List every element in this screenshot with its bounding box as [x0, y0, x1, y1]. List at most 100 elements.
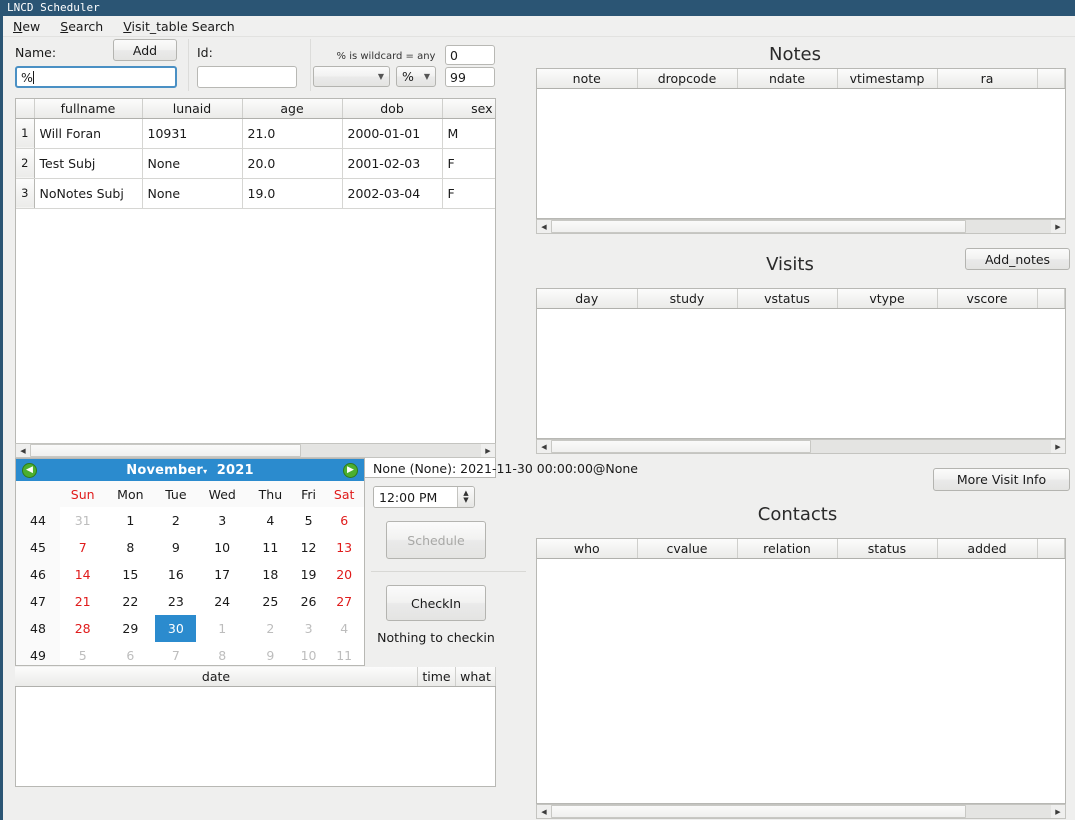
- col-cvalue[interactable]: cvalue: [637, 539, 738, 559]
- add-button[interactable]: Add: [113, 39, 177, 61]
- table-row[interactable]: 2 Test Subj None 20.0 2001-02-03 F: [16, 148, 495, 179]
- col-status[interactable]: status: [837, 539, 938, 559]
- table-row[interactable]: 1 Will Foran 10931 21.0 2000-01-01 M: [16, 118, 495, 149]
- id-input[interactable]: [197, 66, 297, 88]
- calendar-day[interactable]: 4: [247, 507, 293, 534]
- calendar-day[interactable]: 1: [196, 615, 248, 642]
- calendar-day[interactable]: 22: [105, 588, 156, 615]
- contacts-hscrollbar[interactable]: ◀ ▶: [536, 804, 1066, 819]
- calendar-day[interactable]: 26: [292, 588, 325, 615]
- calendar-day[interactable]: 2: [247, 615, 293, 642]
- scroll-track[interactable]: [30, 444, 481, 457]
- col-vscore[interactable]: vscore: [937, 289, 1038, 309]
- col-added[interactable]: added: [937, 539, 1038, 559]
- checkin-button[interactable]: CheckIn: [386, 585, 486, 621]
- scroll-left-icon[interactable]: ◀: [537, 220, 551, 233]
- col-contacts-spacer[interactable]: [1037, 539, 1065, 559]
- more-visit-info-button[interactable]: More Visit Info: [933, 468, 1070, 491]
- table-row[interactable]: 3 NoNotes Subj None 19.0 2002-03-04 F: [16, 178, 495, 209]
- daylist-body[interactable]: [15, 686, 496, 787]
- daylist-table[interactable]: date time what: [15, 667, 496, 787]
- calendar-day[interactable]: 31: [60, 507, 106, 534]
- scroll-track[interactable]: [551, 440, 1051, 453]
- calendar-widget[interactable]: ◀ November▾ 2021 ▶ Sun Mon Tue Wed Thu F…: [15, 458, 365, 666]
- calendar-day[interactable]: 25: [247, 588, 293, 615]
- max-age-input[interactable]: 99: [445, 67, 495, 87]
- calendar-day[interactable]: 1: [105, 507, 156, 534]
- calendar-day[interactable]: 2: [155, 507, 197, 534]
- col-day[interactable]: day: [537, 289, 638, 309]
- calendar-day[interactable]: 19: [292, 561, 325, 588]
- col-ra[interactable]: ra: [937, 69, 1038, 89]
- calendar-prev-icon[interactable]: ◀: [22, 462, 37, 478]
- calendar-day[interactable]: 11: [324, 642, 364, 665]
- min-age-input[interactable]: 0: [445, 45, 495, 65]
- scroll-thumb[interactable]: [551, 805, 966, 818]
- calendar-day[interactable]: 4: [324, 615, 364, 642]
- visits-table[interactable]: day study vstatus vtype vscore: [536, 288, 1066, 439]
- calendar-day[interactable]: 20: [324, 561, 364, 588]
- calendar-day[interactable]: 13: [324, 534, 364, 561]
- col-dob[interactable]: dob: [342, 99, 443, 119]
- col-ndate[interactable]: ndate: [737, 69, 838, 89]
- scroll-track[interactable]: [551, 805, 1051, 818]
- schedule-button[interactable]: Schedule: [386, 521, 486, 559]
- calendar-day[interactable]: 29: [105, 615, 156, 642]
- col-vtimestamp[interactable]: vtimestamp: [837, 69, 938, 89]
- calendar-day[interactable]: 14: [60, 561, 106, 588]
- calendar-day[interactable]: 6: [105, 642, 156, 665]
- spinner-arrows-icon[interactable]: ▲ ▼: [457, 487, 474, 507]
- col-date[interactable]: date: [15, 667, 418, 687]
- calendar-day[interactable]: 23: [155, 588, 197, 615]
- menu-visit-table-search[interactable]: Visit_table Search: [123, 19, 234, 34]
- calendar-day[interactable]: 11: [247, 534, 293, 561]
- study-select[interactable]: ▼: [313, 66, 390, 87]
- col-visits-spacer[interactable]: [1037, 289, 1065, 309]
- calendar-day[interactable]: 9: [155, 534, 197, 561]
- col-vtype[interactable]: vtype: [837, 289, 938, 309]
- calendar-day[interactable]: 5: [292, 507, 325, 534]
- scroll-track[interactable]: [551, 220, 1051, 233]
- col-age[interactable]: age: [242, 99, 343, 119]
- calendar-day[interactable]: 18: [247, 561, 293, 588]
- notes-table[interactable]: note dropcode ndate vtimestamp ra: [536, 68, 1066, 219]
- scroll-thumb[interactable]: [551, 440, 811, 453]
- col-notes-spacer[interactable]: [1037, 69, 1065, 89]
- calendar-day[interactable]: 10: [196, 534, 248, 561]
- scroll-right-icon[interactable]: ▶: [1051, 220, 1065, 233]
- contacts-table[interactable]: who cvalue relation status added: [536, 538, 1066, 804]
- col-fullname[interactable]: fullname: [34, 99, 143, 119]
- calendar-day[interactable]: 3: [196, 507, 248, 534]
- scroll-right-icon[interactable]: ▶: [1051, 440, 1065, 453]
- scroll-right-icon[interactable]: ▶: [1051, 805, 1065, 818]
- calendar-day-selected[interactable]: 30: [155, 615, 197, 642]
- calendar-day[interactable]: 9: [247, 642, 293, 665]
- scroll-left-icon[interactable]: ◀: [537, 440, 551, 453]
- col-sex[interactable]: sex: [442, 99, 495, 119]
- calendar-day[interactable]: 28: [60, 615, 106, 642]
- calendar-day[interactable]: 5: [60, 642, 106, 665]
- col-vstatus[interactable]: vstatus: [737, 289, 838, 309]
- subjects-table[interactable]: fullname lunaid age dob sex 1 Will Foran…: [15, 98, 496, 478]
- menu-search[interactable]: Search: [60, 19, 103, 34]
- menu-new[interactable]: New: [13, 19, 40, 34]
- col-relation[interactable]: relation: [737, 539, 838, 559]
- col-who[interactable]: who: [537, 539, 638, 559]
- col-dropcode[interactable]: dropcode: [637, 69, 738, 89]
- calendar-day[interactable]: 17: [196, 561, 248, 588]
- visits-hscrollbar[interactable]: ◀ ▶: [536, 439, 1066, 454]
- time-stepper[interactable]: 12:00 PM ▲ ▼: [373, 486, 475, 508]
- pct-select[interactable]: % ▼: [396, 66, 436, 87]
- scroll-left-icon[interactable]: ◀: [16, 444, 30, 457]
- calendar-day[interactable]: 10: [292, 642, 325, 665]
- scroll-left-icon[interactable]: ◀: [537, 805, 551, 818]
- add-notes-button[interactable]: Add_notes: [965, 248, 1070, 270]
- col-study[interactable]: study: [637, 289, 738, 309]
- calendar-day[interactable]: 12: [292, 534, 325, 561]
- scroll-right-icon[interactable]: ▶: [481, 444, 495, 457]
- calendar-day[interactable]: 7: [155, 642, 197, 665]
- col-what[interactable]: what: [455, 667, 496, 687]
- calendar-day[interactable]: 27: [324, 588, 364, 615]
- scroll-thumb[interactable]: [30, 444, 301, 457]
- calendar-day[interactable]: 8: [105, 534, 156, 561]
